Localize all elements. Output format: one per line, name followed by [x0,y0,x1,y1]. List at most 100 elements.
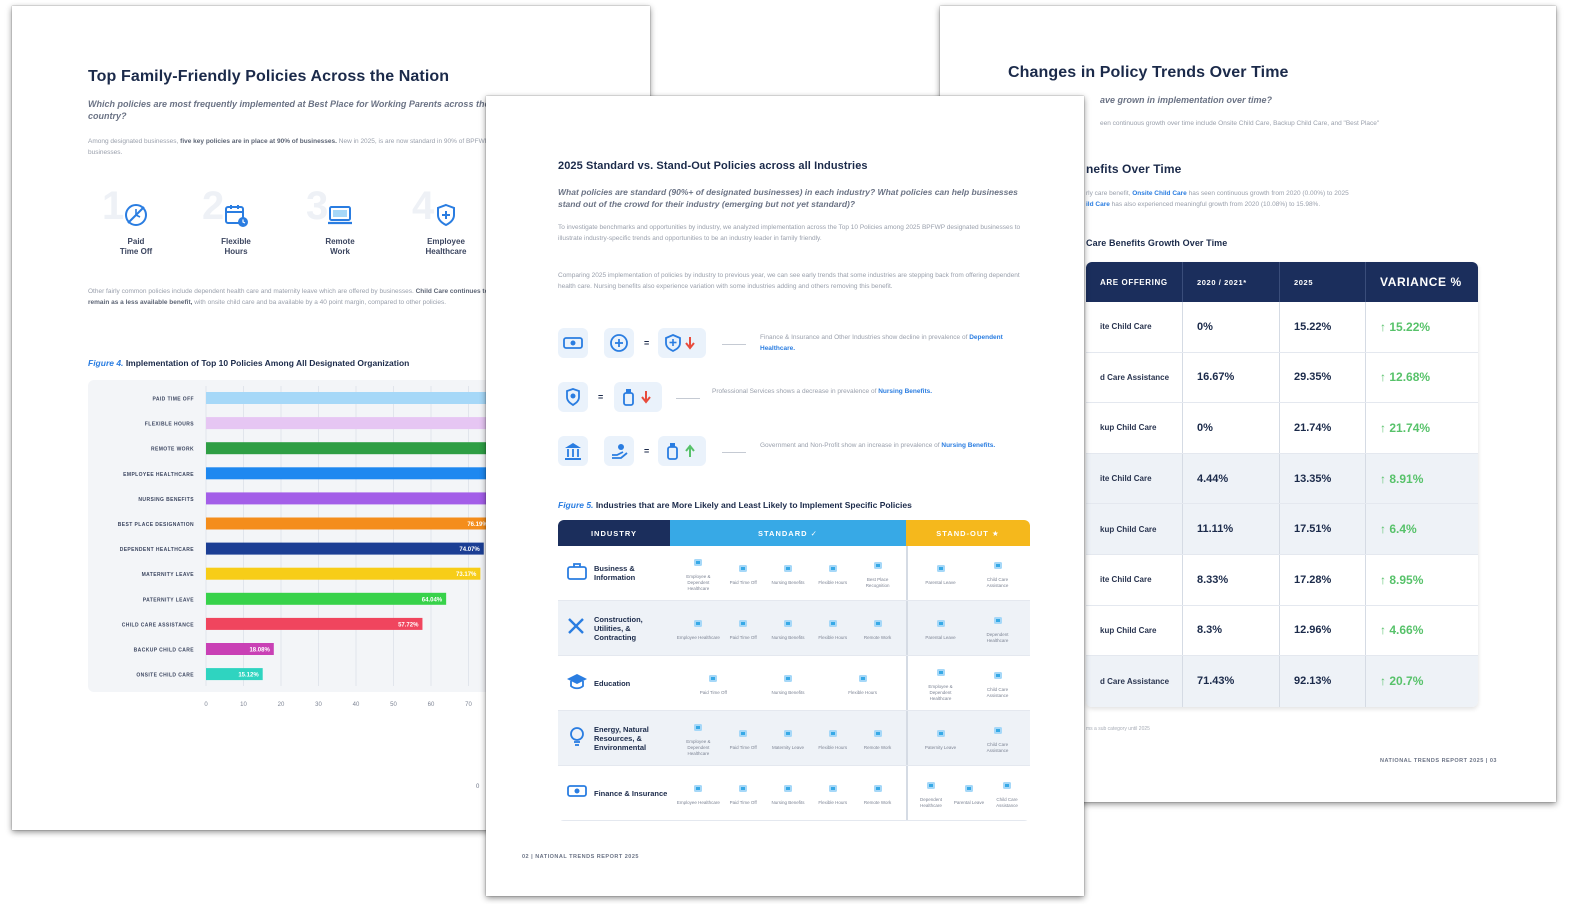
insight-text: Professional Services shows a decrease i… [712,388,933,395]
government-building-icon [558,436,588,466]
graduation-cap-icon [566,671,588,696]
policy-paragraph: Other fairly common policies include dep… [88,288,489,306]
intro-paragraph: To investigate benchmarks and opportunit… [558,224,1021,242]
insight-professional: = Professional Services shows a decrease… [558,382,1038,416]
policy-icon [993,612,1003,630]
standard-policy-cell: Nursing Benefits [766,780,810,806]
col-header-variance: VARIANCE % [1365,262,1478,302]
standard-cells: Employee Healthcare Paid Time Off Nursing … [670,766,906,820]
nursing-increase-icon [658,436,706,466]
cell-variance: ↑ 6.4% [1365,504,1478,554]
policy-paid-time-off: 1 Paid Time Off [102,184,153,256]
policy-icon [738,560,748,578]
hand-heart-icon [604,436,634,466]
standard-policy-cell: Paid Time Off [721,725,765,751]
arrow-up-icon: ↑ [1380,370,1390,385]
policy-icon [738,780,748,798]
standard-policy-cell: Remote Work [856,725,900,751]
industry-cell: Energy, Natural Resources, & Environment… [558,711,670,765]
standard-policy-cell: Employee & Dependent Healthcare [676,554,720,592]
tools-icon [566,616,588,641]
bar [206,592,447,605]
standard-cells: Employee & Dependent Healthcare Paid Time… [670,711,906,765]
intro-paragraph: een continuous growth over time include … [1100,120,1380,127]
standard-policy-cell: Paid Time Off [721,615,765,641]
standout-cells: Paternity Leave Child Care Assistance [906,711,1030,765]
standard-cells: Employee & Dependent Healthcare Paid Time… [670,546,906,600]
category-label: PATERNITY LEAVE [143,597,194,603]
arrow-up-icon: ↑ [1380,623,1390,638]
policy-icon [1002,777,1012,795]
policy-icon [926,777,936,795]
policy-icon [936,725,946,743]
cell-offering: d Care Assistance [1100,372,1170,382]
page-title: Changes in Policy Trends Over Time [1008,64,1289,81]
category-label: CHILD CARE ASSISTANCE [122,622,195,628]
figure-4-caption: Figure 4. Implementation of Top 10 Polic… [88,358,410,368]
standout-policy-cell: Paternity Leave [919,725,963,751]
standout-policy-cell: Parental Leave [919,615,963,641]
page-subtitle: What policies are standard (90%+ of desi… [558,187,1018,209]
policy-icon [936,664,946,682]
category-label: ONSITE CHILD CARE [136,673,194,679]
policy-icon [828,560,838,578]
col-header-2025: 2025 [1279,262,1365,302]
table-row: ite Child Care 0% 15.22% ↑ 15.22% [1086,302,1478,353]
policy-flexible-hours: 2 Flexible Hours [202,184,251,256]
intro-paragraph: Among designated businesses, five key po… [88,138,489,156]
col-header-industry: INDUSTRY [558,520,670,546]
bar [206,517,492,530]
equals-sign: = [598,392,604,402]
standout-cells: Dependent Healthcare Parental Leave Child … [906,766,1030,820]
cell-2025: 92.13% [1279,656,1365,707]
standard-policy-cell: Flexible Hours [841,670,885,696]
cell-2020: 11.11% [1182,504,1279,554]
policy-icon [738,725,748,743]
policy-icon [693,719,703,737]
x-tick-label: 50 [390,702,397,708]
industry-cell: Finance & Insurance [558,766,670,820]
policy-icon [964,780,974,798]
category-label: PAID TIME OFF [153,397,195,403]
policy-icon [783,560,793,578]
cell-variance: ↑ 12.68% [1365,352,1478,403]
standard-policy-cell: Remote Work [856,615,900,641]
cell-offering: ite Child Care [1100,474,1152,484]
category-label: REMOTE WORK [151,447,194,453]
policy-remote-work: 3 Remote Work [306,184,355,256]
star-circle-icon: ★ [991,528,1000,538]
bar [206,617,423,630]
x-tick-label: 20 [278,702,285,708]
standard-policy-cell: Flexible Hours [811,615,855,641]
standard-policy-cell: Flexible Hours [811,725,855,751]
page-footer: NATIONAL TRENDS REPORT 2025 | 03 [1380,758,1497,764]
page-marker: 0 [476,784,480,790]
x-tick-label: 30 [315,702,322,708]
cell-offering: d Care Assistance [1100,676,1170,686]
policy-icon [828,615,838,633]
category-label: MATERNITY LEAVE [142,572,195,578]
standout-policy-cell: Parental Leave [950,780,988,806]
standout-cells: Parental Leave Child Care Assistance [906,546,1030,600]
policy-icon [873,780,883,798]
arrow-up-icon: ↑ [1380,471,1390,486]
cell-variance: ↑ 4.66% [1365,605,1478,656]
cell-2025: 12.96% [1279,605,1365,656]
section-paragraph: rly care benefit, Onsite Child Care has … [1086,190,1349,208]
data-label: 64.04% [422,597,443,603]
policy-icon [858,670,868,688]
col-header-offering: ARE OFFERING [1100,277,1168,287]
arrow-up-icon: ↑ [1380,674,1390,689]
table-row: Construction, Utilities, & Contracting Em… [558,601,1030,656]
standard-policy-cell: Employee Healthcare [676,780,720,806]
page-subtitle: Which policies are most frequently imple… [88,99,490,121]
page-footer: 02 | NATIONAL TRENDS REPORT 2025 [522,854,639,860]
policy-icon [993,557,1003,575]
badge-icon [558,382,588,412]
table-row: Finance & Insurance Employee Healthcare Pa… [558,766,1030,821]
briefcase-icon [566,561,588,586]
industry-cell: Business & Information [558,546,670,600]
no-time-icon [125,204,147,226]
category-label: BACKUP CHILD CARE [134,648,195,654]
standout-policy-cell: Parental Leave [919,560,963,586]
